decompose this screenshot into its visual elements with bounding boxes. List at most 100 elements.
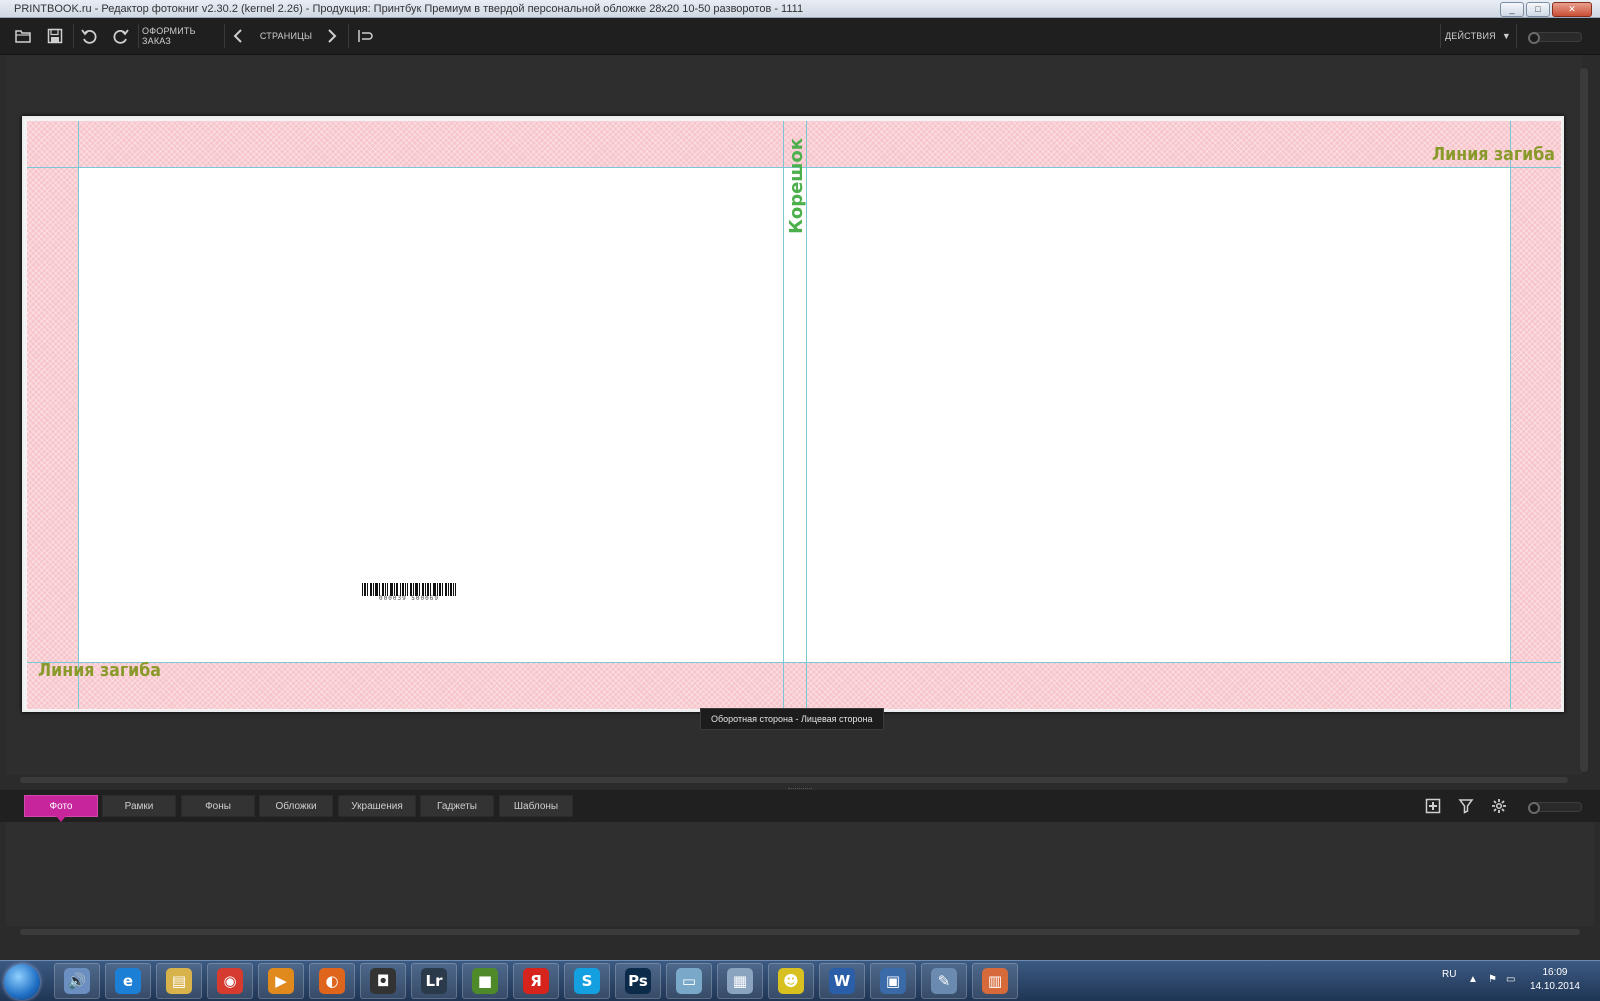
return-button[interactable] — [352, 18, 378, 54]
media-player-icon: ▶ — [268, 968, 294, 994]
return-icon — [358, 30, 373, 42]
action-center-flag-icon[interactable]: ⚑ — [1488, 975, 1498, 985]
taskbar-skype-button[interactable]: S — [564, 963, 610, 999]
folder-open-icon — [15, 30, 31, 43]
status-bar — [0, 938, 1600, 948]
word-icon: W — [829, 968, 855, 994]
tray-expand-icon[interactable]: ▲ — [1468, 975, 1478, 985]
skype-icon: S — [574, 968, 600, 994]
start-button[interactable] — [4, 964, 40, 1000]
minimize-button[interactable]: _ — [1500, 2, 1524, 17]
system-tray: RU ▲ ⚑ ▭ 16:09 14.10.2014 — [1400, 961, 1600, 1001]
tab-templates[interactable]: Шаблоны — [499, 795, 573, 817]
file-explorer-icon: ▤ — [166, 968, 192, 994]
redo-icon — [113, 29, 129, 44]
notes-app-icon: ▭ — [676, 968, 702, 994]
undo-button[interactable] — [76, 18, 102, 54]
workspace-horizontal-scrollbar[interactable] — [20, 777, 1568, 783]
paint-icon: ✎ — [931, 968, 957, 994]
filter-icon — [1458, 799, 1474, 814]
save-button[interactable] — [42, 18, 68, 54]
taskbar-calculator-button[interactable]: ▦ — [717, 963, 763, 999]
taskbar-firefox-button[interactable]: ◐ — [309, 963, 355, 999]
taskbar-photoshop-button[interactable]: Ps — [615, 963, 661, 999]
gallery-horizontal-scrollbar[interactable] — [20, 929, 1580, 935]
tab-gadgets[interactable]: Гаджеты — [420, 795, 494, 817]
redo-button[interactable] — [108, 18, 134, 54]
toolbar-separator — [1516, 24, 1517, 48]
tab-backgrounds[interactable]: Фоны — [181, 795, 255, 817]
taskbar-paint-button[interactable]: ✎ — [921, 963, 967, 999]
yandex-browser-icon: Я — [523, 968, 549, 994]
tab-covers[interactable]: Обложки — [259, 795, 333, 817]
internet-explorer-icon: e — [115, 968, 141, 994]
zoom-slider-handle[interactable] — [1528, 32, 1540, 44]
spine-area[interactable] — [784, 168, 806, 662]
order-button[interactable]: ОФОРМИТЬ ЗАКАЗ — [142, 18, 220, 54]
pages-label: СТРАНИЦЫ — [259, 31, 313, 41]
gear-icon — [1492, 799, 1506, 813]
taskbar-lightroom-button[interactable]: Lr — [411, 963, 457, 999]
fold-line-label-bottom: Линия загиба — [38, 660, 162, 681]
toolbar-separator — [224, 24, 225, 48]
tab-photo[interactable]: Фото — [24, 795, 98, 822]
chevron-right-icon — [328, 29, 337, 43]
spine-guide-left — [783, 121, 784, 709]
chrome-icon: ◉ — [217, 968, 243, 994]
undo-icon — [81, 29, 97, 44]
filter-button[interactable] — [1451, 790, 1481, 822]
actions-menu[interactable]: ДЕЙСТВИЯ ▼ — [1444, 18, 1512, 54]
window-title: PRINTBOOK.ru - Редактор фотокниг v2.30.2… — [14, 3, 804, 15]
calculator-icon: ▦ — [727, 968, 753, 994]
taskbar-speaker-app-button[interactable]: 🔊 — [54, 963, 100, 999]
fold-guide-left — [78, 121, 79, 709]
fold-guide-right — [1510, 121, 1511, 709]
thumbnail-size-slider-handle[interactable] — [1528, 802, 1540, 814]
taskbar-media-player-button[interactable]: ▶ — [258, 963, 304, 999]
taskbar-camera-app-button[interactable]: ◘ — [360, 963, 406, 999]
taskbar-printbook-app-button[interactable]: ▥ — [972, 963, 1018, 999]
maximize-button[interactable]: □ — [1526, 2, 1550, 17]
taskbar-remote-desktop-button[interactable]: ▣ — [870, 963, 916, 999]
language-indicator[interactable]: RU — [1442, 969, 1456, 980]
window-controls: _ □ ✕ — [1500, 2, 1592, 17]
open-button[interactable] — [10, 18, 36, 54]
photo-gallery-panel — [6, 822, 1594, 926]
taskbar-minecraft-button[interactable]: ■ — [462, 963, 508, 999]
clock[interactable]: 16:09 14.10.2014 — [1530, 966, 1580, 994]
bottom-tabs-bar: Фото Рамки Фоны Обложки Украшения Гаджет… — [0, 790, 1600, 822]
spread-tooltip: Оборотная сторона - Лицевая сторона — [700, 708, 884, 730]
messenger-icon: ☻ — [778, 968, 804, 994]
taskbar-chrome-button[interactable]: ◉ — [207, 963, 253, 999]
printbook-app-icon: ▥ — [982, 968, 1008, 994]
settings-button[interactable] — [1484, 790, 1514, 822]
close-button[interactable]: ✕ — [1552, 2, 1592, 17]
taskbar-file-explorer-button[interactable]: ▤ — [156, 963, 202, 999]
photoshop-icon: Ps — [625, 968, 651, 994]
network-icon[interactable]: ▭ — [1506, 975, 1516, 985]
clock-time: 16:09 — [1542, 967, 1568, 978]
firefox-icon: ◐ — [319, 968, 345, 994]
pages-button[interactable]: СТРАНИЦЫ — [258, 18, 314, 54]
order-label: ОФОРМИТЬ ЗАКАЗ — [142, 26, 196, 46]
windows-taskbar: 🔊 e ▤ ◉ ▶ ◐ ◘ Lr ■ Я S Ps ▭ ▦ ☻ W ▣ ✎ ▥ RU ▲ ⚑ ▭ 16:09 14.… — [0, 960, 1600, 1001]
taskbar-messenger-button[interactable]: ☻ — [768, 963, 814, 999]
fold-guide-bottom — [27, 662, 1561, 663]
tab-decorations[interactable]: Украшения — [338, 795, 416, 817]
add-icon — [1425, 798, 1441, 814]
tab-frames[interactable]: Рамки — [102, 795, 176, 817]
barcode-digits: 000039 500069 — [379, 595, 439, 602]
speaker-app-icon: 🔊 — [64, 968, 90, 994]
remote-desktop-icon: ▣ — [880, 968, 906, 994]
front-cover-page[interactable] — [806, 168, 1510, 662]
add-button[interactable] — [1418, 790, 1448, 822]
next-page-button[interactable] — [320, 18, 342, 54]
prev-page-button[interactable] — [228, 18, 250, 54]
vertical-scrollbar[interactable] — [1580, 68, 1588, 772]
taskbar-word-button[interactable]: W — [819, 963, 865, 999]
taskbar-yandex-browser-button[interactable]: Я — [513, 963, 559, 999]
taskbar-notes-app-button[interactable]: ▭ — [666, 963, 712, 999]
fold-line-label-top: Линия загиба — [1432, 144, 1556, 165]
taskbar-internet-explorer-button[interactable]: e — [105, 963, 151, 999]
window-titlebar: PRINTBOOK.ru - Редактор фотокниг v2.30.2… — [0, 0, 1600, 18]
